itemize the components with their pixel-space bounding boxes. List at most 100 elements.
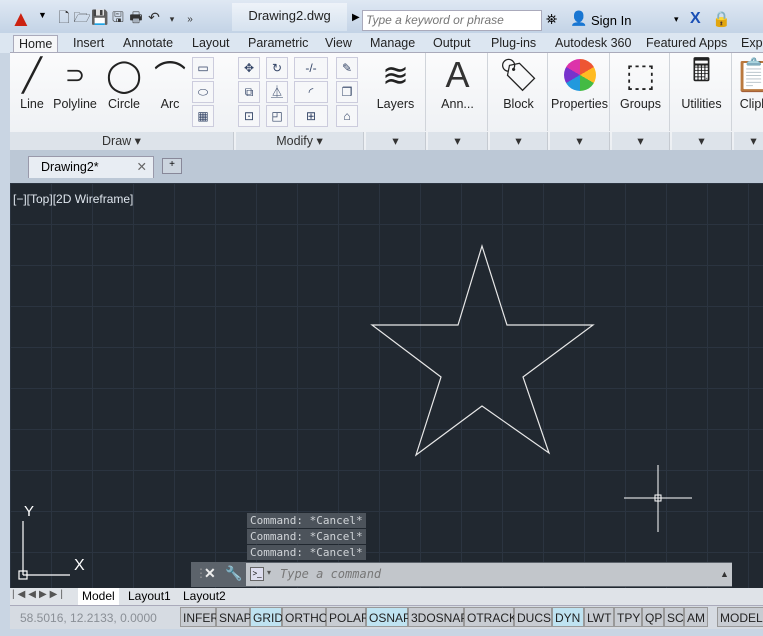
trim-icon[interactable]: -/-: [294, 57, 328, 79]
tab-parametric[interactable]: Parametric: [243, 35, 313, 53]
more-icon[interactable]: »: [181, 11, 199, 29]
tab-layout[interactable]: Layout: [187, 35, 235, 53]
drawing-canvas[interactable]: [10, 183, 763, 588]
print-icon[interactable]: 🖶: [127, 8, 145, 26]
move-icon[interactable]: ✥: [238, 57, 260, 79]
draw-panel-label[interactable]: Draw ▾: [10, 132, 234, 151]
drawing-viewport[interactable]: Y X: [10, 183, 763, 588]
viewport-controls[interactable]: [−][Top][2D Wireframe]: [13, 192, 133, 206]
app-logo-icon[interactable]: ▲: [10, 6, 32, 32]
block-label: Block: [503, 97, 534, 111]
mirror-icon[interactable]: ⏅: [266, 81, 288, 103]
tab-output[interactable]: Output: [428, 35, 476, 53]
copy-icon[interactable]: ⧉: [238, 81, 260, 103]
tab-annotate[interactable]: Annotate: [118, 35, 178, 53]
tab-insert[interactable]: Insert: [68, 35, 109, 53]
tab-layout1[interactable]: Layout1: [124, 588, 175, 605]
sign-in-dropdown-icon[interactable]: ▾: [674, 14, 679, 25]
clipboard-expand-icon[interactable]: ▾: [734, 132, 763, 151]
status-toggle-grid[interactable]: GRID: [250, 607, 283, 627]
undo-dropdown-icon[interactable]: ▾: [163, 10, 181, 28]
line-tool[interactable]: ╱ Line: [10, 53, 54, 131]
binoculars-icon[interactable]: ⛯: [546, 11, 557, 28]
groups-expand-icon[interactable]: ▾: [612, 132, 670, 151]
tab-home[interactable]: Home: [13, 35, 59, 53]
circle-tool[interactable]: ◯ Circle: [102, 53, 146, 131]
clipboard-button[interactable]: 📋 Clipb: [734, 53, 763, 131]
block-expand-icon[interactable]: ▾: [490, 132, 548, 151]
rectangle-icon[interactable]: ▭: [192, 57, 214, 79]
ellipse-icon[interactable]: ⬭: [192, 81, 214, 103]
hatch-icon[interactable]: ▦: [192, 105, 214, 127]
status-toggle-infer[interactable]: INFER: [180, 607, 219, 627]
close-icon[interactable]: ✕: [204, 565, 216, 582]
erase-icon[interactable]: ✎: [336, 57, 358, 79]
groups-button[interactable]: ⬚ Groups: [612, 53, 670, 131]
sign-in-button[interactable]: Sign In: [591, 13, 631, 28]
tab-view[interactable]: View: [320, 35, 357, 53]
status-toggle-snap[interactable]: SNAP: [216, 607, 252, 627]
save-icon[interactable]: 💾: [91, 8, 109, 26]
tab-layout2[interactable]: Layout2: [179, 588, 230, 605]
modify-panel-label[interactable]: Modify ▾: [236, 132, 364, 151]
explode-icon[interactable]: ❒: [336, 81, 358, 103]
undo-icon[interactable]: ↶: [145, 8, 163, 26]
layers-expand-icon[interactable]: ▾: [366, 132, 426, 151]
update-icon[interactable]: 🔒: [712, 10, 731, 28]
status-toggle-lwt[interactable]: LWT: [584, 607, 614, 627]
rotate-icon[interactable]: ↻: [266, 57, 288, 79]
stretch-icon[interactable]: ⊡: [238, 105, 260, 127]
status-toggle-osnap[interactable]: OSNAP: [366, 607, 411, 627]
wrench-icon[interactable]: 🔧: [225, 565, 242, 582]
command-input[interactable]: Type a command: [246, 563, 732, 586]
search-expand-icon[interactable]: ▶: [352, 12, 360, 23]
new-tab-icon[interactable]: +: [162, 158, 182, 174]
annotation-expand-icon[interactable]: ▾: [428, 132, 488, 151]
status-toggle-ortho[interactable]: ORTHO: [282, 607, 328, 627]
properties-expand-icon[interactable]: ▾: [550, 132, 610, 151]
utilities-button[interactable]: 🖩 Utilities: [672, 52, 732, 131]
block-button[interactable]: 🏷 Block: [490, 53, 548, 131]
tab-plug-ins[interactable]: Plug-ins: [486, 35, 541, 53]
document-tab[interactable]: Drawing2* ✕: [28, 156, 154, 178]
tab-navigation-icons[interactable]: |◀◀▶▶|: [12, 589, 66, 600]
utilities-expand-icon[interactable]: ▾: [672, 132, 732, 151]
tab-featured-apps[interactable]: Featured Apps: [641, 35, 732, 53]
exchange-icon[interactable]: X: [690, 10, 701, 28]
app-menu-arrow-icon[interactable]: ▼: [38, 10, 47, 20]
layers-button[interactable]: ≋ Layers: [366, 53, 426, 131]
save-as-icon[interactable]: 🖫: [109, 8, 127, 26]
tab-model[interactable]: Model: [78, 588, 119, 605]
status-toggle-polar[interactable]: POLAR: [326, 607, 370, 627]
polyline-tool[interactable]: ⊃ Polyline: [52, 53, 98, 131]
status-toggle-tpy[interactable]: TPY: [614, 607, 642, 627]
command-history-line: Command: *Cancel*: [247, 513, 366, 528]
offset-icon[interactable]: ⌂: [336, 105, 358, 127]
status-toggle-qp[interactable]: QP: [642, 607, 664, 627]
new-icon[interactable]: 🗋: [55, 8, 73, 26]
recent-commands-icon[interactable]: ▾: [267, 568, 271, 577]
fillet-icon[interactable]: ◜: [294, 81, 328, 103]
polyline-label: Polyline: [53, 97, 97, 111]
open-icon[interactable]: 🗁: [73, 8, 91, 26]
command-expand-icon[interactable]: ▲: [720, 569, 729, 579]
model-space-button[interactable]: MODEL: [717, 607, 763, 627]
status-toggle-am[interactable]: AM: [684, 607, 708, 627]
status-toggle-ducs[interactable]: DUCS: [514, 607, 552, 627]
user-icon: 👤: [570, 10, 588, 26]
tab-express[interactable]: Expr: [736, 35, 763, 53]
status-toggle-dyn[interactable]: DYN: [552, 607, 584, 627]
status-toggle-otrack[interactable]: OTRACK: [464, 607, 517, 627]
close-tab-icon[interactable]: ✕: [137, 157, 147, 177]
properties-button[interactable]: Properties: [550, 53, 610, 131]
tab-manage[interactable]: Manage: [365, 35, 420, 53]
array-icon[interactable]: ⊞: [294, 105, 328, 127]
scale-icon[interactable]: ◰: [266, 105, 288, 127]
command-prompt-icon[interactable]: >_: [250, 567, 264, 581]
tab-autodesk-360[interactable]: Autodesk 360: [550, 35, 636, 53]
status-toggle-sc[interactable]: SC: [664, 607, 684, 627]
annotation-button[interactable]: A Ann...: [428, 53, 488, 131]
status-toggle-3dosnap[interactable]: 3DOSNAP: [408, 607, 468, 627]
arc-tool[interactable]: ⌒ Arc: [150, 53, 190, 131]
search-input[interactable]: Type a keyword or phrase: [362, 10, 542, 31]
